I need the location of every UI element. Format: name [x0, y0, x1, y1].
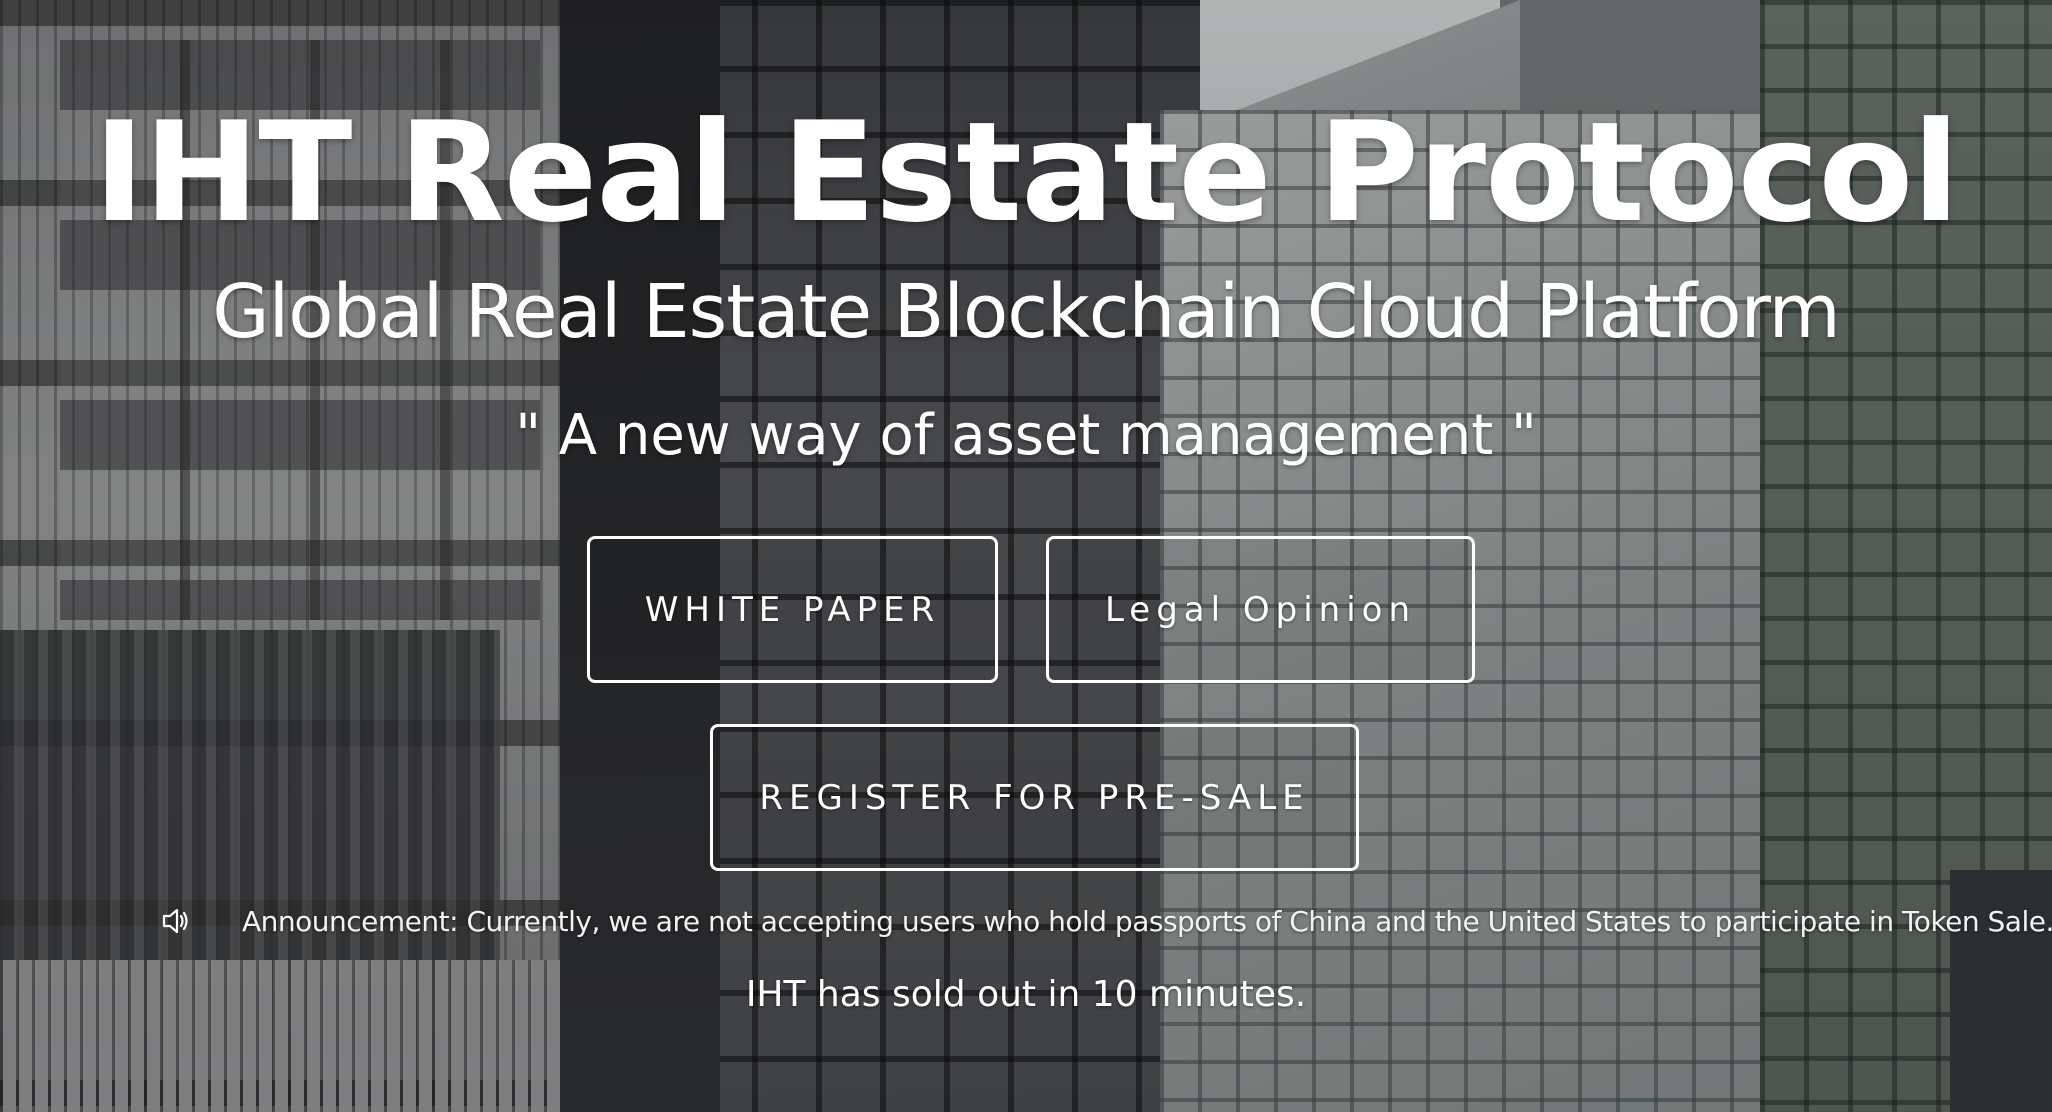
white-paper-button[interactable]: WHITE PAPER: [587, 536, 998, 683]
sold-out-status: IHT has sold out in 10 minutes.: [745, 974, 1307, 1015]
legal-opinion-button[interactable]: Legal Opinion: [1046, 536, 1475, 683]
announcement-text: Announcement: Currently, we are not acce…: [242, 904, 2052, 938]
announcement-bar: Announcement: Currently, we are not acce…: [150, 896, 2052, 946]
hero-content: IHT Real Estate Protocol Global Real Est…: [0, 0, 2052, 1112]
speaker-icon: [158, 903, 194, 939]
register-presale-button[interactable]: REGISTER FOR PRE-SALE: [710, 724, 1359, 871]
page-subtitle: Global Real Estate Blockchain Cloud Plat…: [212, 269, 1840, 355]
tagline: " A new way of asset management ": [515, 403, 1537, 468]
page-title: IHT Real Estate Protocol: [93, 92, 1959, 253]
hero-section: IHT Real Estate Protocol Global Real Est…: [0, 0, 2052, 1112]
